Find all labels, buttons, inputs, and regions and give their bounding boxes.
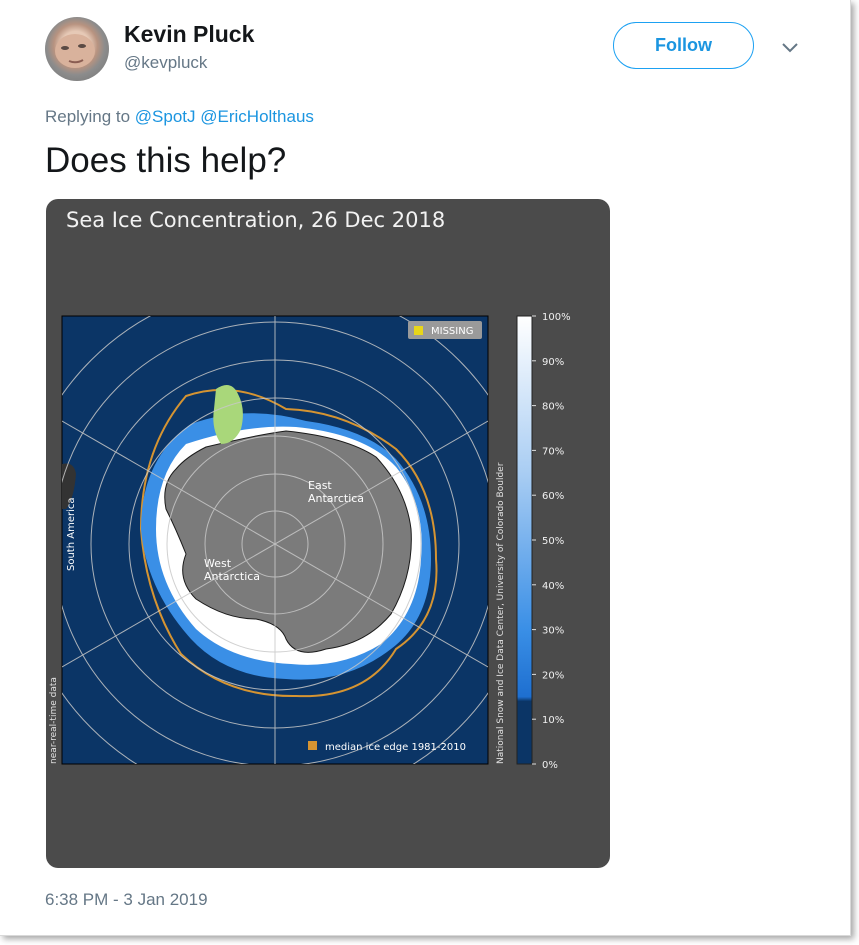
colorbar-tick-label: 40% — [542, 581, 564, 592]
author-handle[interactable]: @kevpluck — [124, 53, 207, 73]
label-west-2: Antarctica — [204, 570, 260, 583]
colorbar-ticks: 100% 90% 80% 70% 60% 50% 40% 30% 20% 10% 0% — [532, 312, 571, 771]
colorbar-tick-label: 0% — [542, 760, 558, 771]
label-east-2: Antarctica — [308, 492, 364, 505]
colorbar-tick-label: 10% — [542, 715, 564, 726]
colorbar — [516, 315, 533, 765]
tweet-media-image[interactable]: Sea Ice Concentration, 26 Dec 2018 East … — [46, 199, 610, 868]
author-name[interactable]: Kevin Pluck — [124, 21, 254, 48]
legend-median-label: median ice edge 1981-2010 — [325, 742, 466, 753]
chevron-down-icon[interactable] — [778, 38, 802, 58]
label-west-1: West — [204, 557, 232, 570]
tweet-text: Does this help? — [45, 141, 287, 180]
legend-median-swatch — [308, 741, 317, 750]
follow-button[interactable]: Follow — [613, 22, 754, 69]
sea-ice-map: Sea Ice Concentration, 26 Dec 2018 East … — [49, 208, 571, 771]
legend-missing-label: MISSING — [431, 326, 473, 337]
label-south-america: South America — [66, 498, 77, 572]
colorbar-tick-label: 60% — [542, 491, 564, 502]
label-east-1: East — [308, 479, 332, 492]
legend-missing-swatch — [414, 326, 423, 335]
tweet-timestamp[interactable]: 6:38 PM - 3 Jan 2019 — [45, 890, 208, 910]
colorbar-tick-label: 80% — [542, 402, 564, 413]
colorbar-tick-label: 50% — [542, 536, 564, 547]
avatar-face-icon — [55, 34, 95, 68]
colorbar-tick-label: 90% — [542, 357, 564, 368]
colorbar-tick-label: 30% — [542, 626, 564, 637]
colorbar-tick-label: 20% — [542, 670, 564, 681]
colorbar-tick-label: 70% — [542, 446, 564, 457]
avatar[interactable] — [45, 17, 109, 81]
mention-link[interactable]: @SpotJ — [135, 107, 196, 126]
replying-prefix: Replying to — [45, 107, 131, 126]
colorbar-tick-label: 100% — [542, 312, 571, 323]
replying-to: Replying to @SpotJ @EricHolthaus — [45, 107, 314, 127]
tweet-card: Kevin Pluck @kevpluck Follow Replying to… — [0, 0, 851, 936]
map-title: Sea Ice Concentration, 26 Dec 2018 — [66, 208, 445, 232]
side-note-right: National Snow and Ice Data Center, Unive… — [496, 462, 506, 764]
mention-link[interactable]: @EricHolthaus — [200, 107, 314, 126]
side-note-left: near-real-time data — [49, 677, 59, 764]
